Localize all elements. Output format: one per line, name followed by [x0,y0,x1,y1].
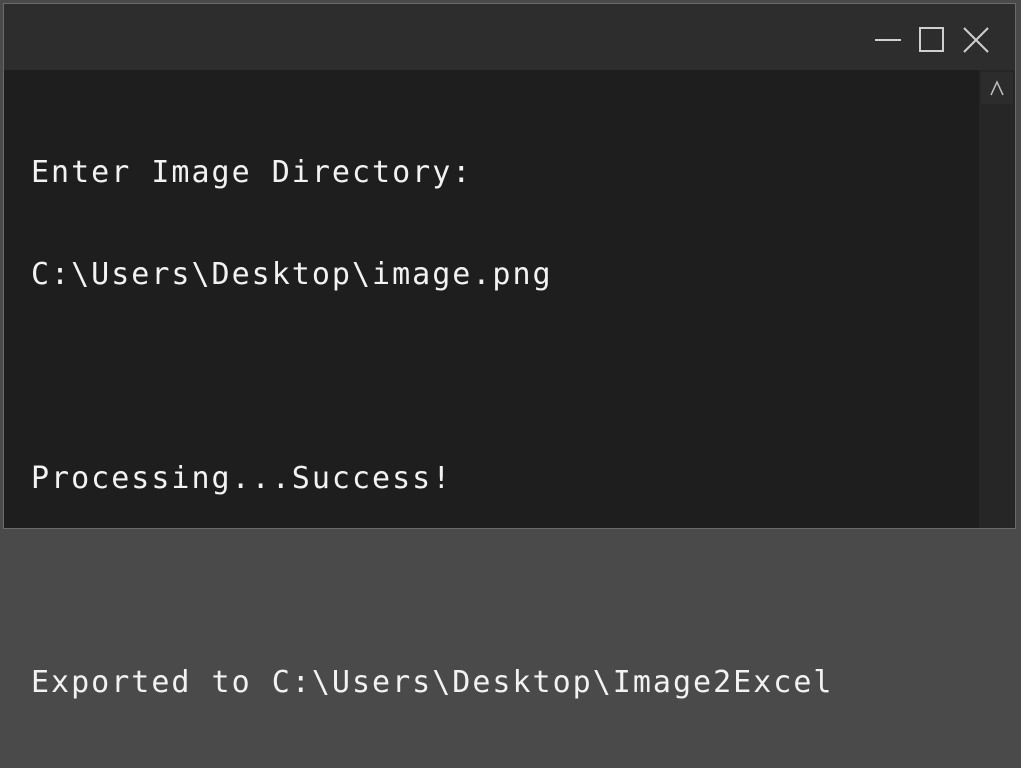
console-output-area[interactable]: Enter Image Directory: C:\Users\Desktop\… [4,70,979,700]
minimize-icon [875,39,901,41]
title-bar[interactable] [4,4,1015,70]
console-output: Enter Image Directory: C:\Users\Desktop\… [31,88,833,768]
console-window: Enter Image Directory: C:\Users\Desktop\… [3,3,1016,700]
console-line: Exported to C:\Users\Desktop\Image2Excel [31,665,834,700]
vertical-scrollbar[interactable] [979,70,1015,528]
maximize-button[interactable] [916,24,948,56]
scroll-up-button[interactable] [981,72,1013,104]
close-button[interactable] [960,24,992,56]
close-icon [963,27,989,53]
console-line: Enter Image Directory: [31,155,473,190]
maximize-icon [919,27,944,52]
console-line: C:\Users\Desktop\image.png [31,257,553,292]
console-line: Processing...Success! [31,461,453,496]
minimize-button[interactable] [872,24,904,56]
chevron-up-icon [990,80,1004,96]
